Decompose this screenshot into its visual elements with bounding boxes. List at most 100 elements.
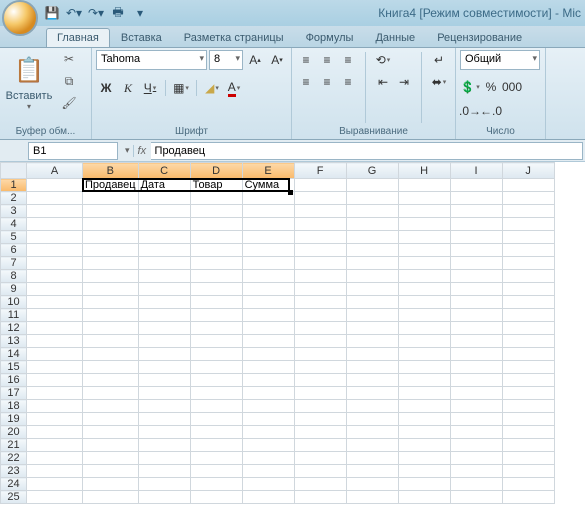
cell[interactable] — [190, 309, 242, 322]
font-color-icon[interactable]: A — [224, 78, 244, 98]
cell[interactable] — [242, 400, 294, 413]
cell[interactable] — [83, 426, 139, 439]
office-button[interactable] — [2, 0, 38, 36]
row-header[interactable]: 19 — [1, 413, 27, 426]
cell[interactable] — [27, 400, 83, 413]
cell[interactable] — [83, 478, 139, 491]
cell[interactable] — [242, 244, 294, 257]
cell[interactable] — [242, 309, 294, 322]
cell[interactable] — [398, 283, 450, 296]
cell[interactable] — [502, 322, 554, 335]
cell[interactable] — [450, 426, 502, 439]
cell[interactable] — [398, 387, 450, 400]
align-right-icon[interactable]: ≡ — [338, 72, 358, 92]
cell[interactable] — [27, 452, 83, 465]
cell[interactable] — [294, 400, 346, 413]
tab-0[interactable]: Главная — [46, 28, 110, 47]
cell[interactable] — [398, 231, 450, 244]
fx-icon[interactable]: fx — [133, 145, 151, 157]
cell[interactable] — [502, 231, 554, 244]
cell[interactable]: Сумма — [242, 179, 294, 192]
cell[interactable] — [346, 426, 398, 439]
col-header[interactable]: J — [502, 163, 554, 179]
cell[interactable] — [27, 179, 83, 192]
cell[interactable] — [346, 244, 398, 257]
cell[interactable] — [450, 179, 502, 192]
cell[interactable] — [346, 309, 398, 322]
cell[interactable] — [190, 205, 242, 218]
cell[interactable] — [450, 218, 502, 231]
cell[interactable] — [138, 400, 190, 413]
cell[interactable]: Дата — [138, 179, 190, 192]
cell[interactable] — [398, 400, 450, 413]
decrease-indent-icon[interactable]: ⇤ — [373, 72, 393, 92]
cell[interactable] — [190, 387, 242, 400]
cell[interactable] — [502, 413, 554, 426]
cell[interactable] — [190, 231, 242, 244]
col-header[interactable]: C — [138, 163, 190, 179]
row-header[interactable]: 4 — [1, 218, 27, 231]
cell[interactable] — [242, 192, 294, 205]
cell[interactable] — [27, 296, 83, 309]
comma-format-icon[interactable]: 000 — [502, 77, 522, 97]
cell[interactable] — [294, 348, 346, 361]
cell[interactable] — [242, 218, 294, 231]
row-header[interactable]: 5 — [1, 231, 27, 244]
grow-font-icon[interactable]: A▴ — [245, 50, 265, 70]
cell[interactable] — [346, 387, 398, 400]
cell[interactable] — [450, 465, 502, 478]
decrease-decimal-icon[interactable]: ←.0 — [481, 101, 501, 121]
row-header[interactable]: 10 — [1, 296, 27, 309]
row-header[interactable]: 9 — [1, 283, 27, 296]
cell[interactable] — [346, 296, 398, 309]
cell[interactable] — [502, 439, 554, 452]
cell[interactable] — [83, 257, 139, 270]
cell[interactable] — [83, 439, 139, 452]
cell[interactable] — [398, 218, 450, 231]
cell[interactable] — [27, 218, 83, 231]
align-top-icon[interactable]: ≡ — [296, 50, 316, 70]
cell[interactable] — [27, 322, 83, 335]
cut-icon[interactable]: ✂ — [60, 50, 78, 68]
row-header[interactable]: 24 — [1, 478, 27, 491]
cell[interactable] — [27, 478, 83, 491]
cell[interactable] — [190, 322, 242, 335]
cell[interactable] — [138, 335, 190, 348]
cell[interactable] — [398, 179, 450, 192]
cell[interactable] — [138, 296, 190, 309]
cell[interactable] — [346, 205, 398, 218]
cell[interactable] — [450, 257, 502, 270]
cell[interactable] — [242, 283, 294, 296]
cell[interactable] — [242, 335, 294, 348]
cell[interactable] — [450, 361, 502, 374]
align-bottom-icon[interactable]: ≡ — [338, 50, 358, 70]
cell[interactable] — [450, 452, 502, 465]
cell[interactable] — [27, 270, 83, 283]
cell[interactable] — [398, 270, 450, 283]
cell[interactable] — [242, 231, 294, 244]
row-header[interactable]: 18 — [1, 400, 27, 413]
row-header[interactable]: 11 — [1, 309, 27, 322]
cell[interactable] — [83, 218, 139, 231]
cell[interactable] — [27, 283, 83, 296]
cell[interactable] — [294, 218, 346, 231]
cell[interactable] — [450, 270, 502, 283]
cell[interactable] — [346, 361, 398, 374]
cell[interactable] — [138, 231, 190, 244]
cell[interactable] — [502, 335, 554, 348]
cell[interactable] — [138, 478, 190, 491]
cell[interactable] — [502, 218, 554, 231]
cell[interactable] — [83, 270, 139, 283]
cell[interactable] — [294, 335, 346, 348]
cell[interactable] — [346, 374, 398, 387]
cell[interactable] — [138, 244, 190, 257]
borders-icon[interactable]: ▦ — [171, 78, 191, 98]
cell[interactable] — [138, 309, 190, 322]
cell[interactable] — [398, 257, 450, 270]
row-header[interactable]: 15 — [1, 361, 27, 374]
cell[interactable] — [242, 374, 294, 387]
cell[interactable] — [190, 348, 242, 361]
cell[interactable] — [294, 478, 346, 491]
formula-input[interactable] — [151, 142, 583, 160]
cell[interactable] — [83, 413, 139, 426]
